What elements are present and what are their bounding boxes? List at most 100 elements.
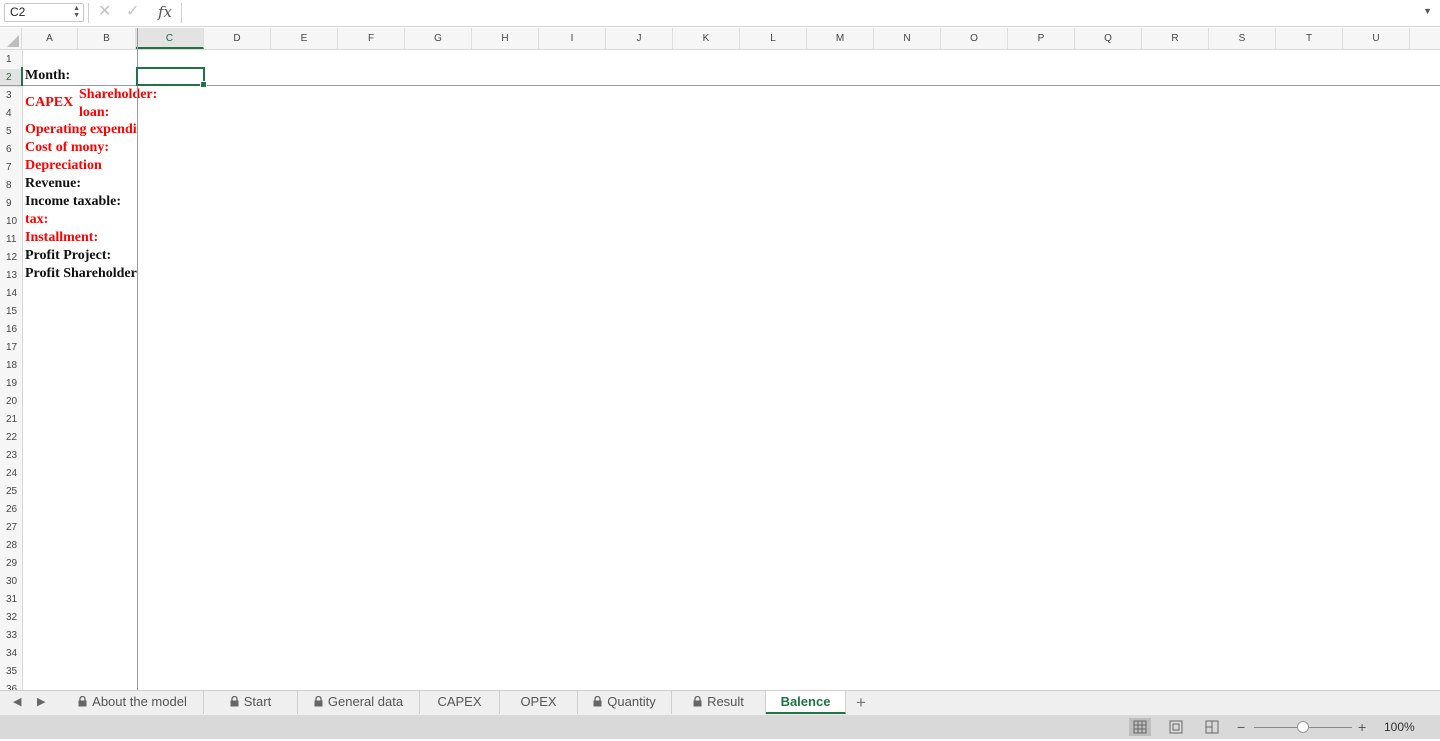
- row-header-3[interactable]: 3: [0, 87, 22, 105]
- sheet-tab-result[interactable]: Result: [672, 691, 766, 714]
- column-header-o[interactable]: O: [941, 28, 1008, 49]
- column-header-q[interactable]: Q: [1075, 28, 1142, 49]
- row-header-25[interactable]: 25: [0, 483, 22, 501]
- column-header-m[interactable]: M: [807, 28, 874, 49]
- page-break-view-button[interactable]: [1201, 718, 1223, 736]
- row-header-9[interactable]: 9: [0, 195, 22, 213]
- cell-b3[interactable]: Shareholder:: [79, 86, 157, 104]
- column-header-n[interactable]: N: [874, 28, 941, 49]
- zoom-in-button[interactable]: +: [1358, 718, 1366, 736]
- column-header-u[interactable]: U: [1343, 28, 1410, 49]
- cell-a12[interactable]: Profit Project:: [25, 247, 137, 265]
- column-header-k[interactable]: K: [673, 28, 740, 49]
- column-header-i[interactable]: I: [539, 28, 606, 49]
- row-header-16[interactable]: 16: [0, 321, 22, 339]
- row-header-21[interactable]: 21: [0, 411, 22, 429]
- cell-a13[interactable]: Profit Shareholder:: [25, 265, 137, 283]
- column-header-g[interactable]: G: [405, 28, 472, 49]
- cell-grid[interactable]: Month: CAPEX Shareholder: loan: Operatin…: [22, 50, 1440, 690]
- column-header-r[interactable]: R: [1142, 28, 1209, 49]
- row-header-34[interactable]: 34: [0, 645, 22, 663]
- row-header-33[interactable]: 33: [0, 627, 22, 645]
- row-header-23[interactable]: 23: [0, 447, 22, 465]
- name-box-stepper-icon[interactable]: ▲ ▼: [73, 5, 80, 19]
- row-header-29[interactable]: 29: [0, 555, 22, 573]
- select-all-corner[interactable]: [0, 28, 22, 49]
- cell-a7[interactable]: Depreciation: [25, 157, 137, 175]
- column-header-t[interactable]: T: [1276, 28, 1343, 49]
- row-header-36[interactable]: 36: [0, 681, 22, 690]
- row-header-26[interactable]: 26: [0, 501, 22, 519]
- cell-a9[interactable]: Income taxable:: [25, 193, 137, 211]
- formula-input[interactable]: [186, 3, 1416, 23]
- row-header-8[interactable]: 8: [0, 177, 22, 195]
- row-header-14[interactable]: 14: [0, 285, 22, 303]
- row-header-5[interactable]: 5: [0, 123, 22, 141]
- column-header-h[interactable]: H: [472, 28, 539, 49]
- zoom-out-button[interactable]: −: [1237, 718, 1245, 736]
- column-header-j[interactable]: J: [606, 28, 673, 49]
- row-header-12[interactable]: 12: [0, 249, 22, 267]
- sheet-tab-label: OPEX: [520, 694, 557, 709]
- sheet-tab-balence[interactable]: Balence: [766, 691, 846, 714]
- row-header-6[interactable]: 6: [0, 141, 22, 159]
- row-header-10[interactable]: 10: [0, 213, 22, 231]
- row-header-35[interactable]: 35: [0, 663, 22, 681]
- page-layout-view-button[interactable]: [1165, 718, 1187, 736]
- column-header-b[interactable]: B: [78, 28, 136, 49]
- row-header-17[interactable]: 17: [0, 339, 22, 357]
- cell-a2[interactable]: Month:: [25, 67, 137, 85]
- column-header-p[interactable]: P: [1008, 28, 1075, 49]
- sheet-tab-general-data[interactable]: General data: [298, 691, 420, 714]
- add-sheet-button[interactable]: +: [856, 692, 866, 714]
- column-header-e[interactable]: E: [271, 28, 338, 49]
- sheet-tab-opex[interactable]: OPEX: [500, 691, 578, 714]
- row-header-32[interactable]: 32: [0, 609, 22, 627]
- row-header-1[interactable]: 1: [0, 51, 22, 69]
- row-header-13[interactable]: 13: [0, 267, 22, 285]
- insert-function-icon[interactable]: fx: [158, 2, 172, 22]
- row-header-7[interactable]: 7: [0, 159, 22, 177]
- cell-a6[interactable]: Cost of mony:: [25, 139, 137, 157]
- row-header-22[interactable]: 22: [0, 429, 22, 447]
- sheet-tab-capex[interactable]: CAPEX: [420, 691, 500, 714]
- row-header-31[interactable]: 31: [0, 591, 22, 609]
- cell-a10[interactable]: tax:: [25, 211, 137, 229]
- row-header-18[interactable]: 18: [0, 357, 22, 375]
- cell-a11[interactable]: Installment:: [25, 229, 137, 247]
- row-header-27[interactable]: 27: [0, 519, 22, 537]
- row-header-19[interactable]: 19: [0, 375, 22, 393]
- row-header-11[interactable]: 11: [0, 231, 22, 249]
- column-header-d[interactable]: D: [204, 28, 271, 49]
- freeze-pane-vertical-line: [137, 28, 138, 690]
- column-header-a[interactable]: A: [22, 28, 78, 49]
- column-header-s[interactable]: S: [1209, 28, 1276, 49]
- sheet-tab-quantity[interactable]: Quantity: [578, 691, 672, 714]
- column-header-l[interactable]: L: [740, 28, 807, 49]
- row-header-24[interactable]: 24: [0, 465, 22, 483]
- normal-view-button[interactable]: [1129, 718, 1151, 736]
- row-header-4[interactable]: 4: [0, 105, 22, 123]
- prev-sheet-icon[interactable]: ◀: [13, 695, 21, 708]
- cell-a5[interactable]: Operating expenditure:: [25, 121, 137, 139]
- cell-b4[interactable]: loan:: [79, 104, 109, 122]
- row-header-15[interactable]: 15: [0, 303, 22, 321]
- column-header-f[interactable]: F: [338, 28, 405, 49]
- expand-formula-bar-icon[interactable]: ▼: [1423, 6, 1432, 16]
- row-header-30[interactable]: 30: [0, 573, 22, 591]
- zoom-slider-handle[interactable]: [1297, 721, 1309, 733]
- active-row-indicator: [21, 67, 23, 86]
- cell-a3[interactable]: CAPEX: [25, 94, 73, 112]
- name-box[interactable]: C2 ▲ ▼: [4, 3, 84, 22]
- column-header-c[interactable]: C: [136, 28, 204, 49]
- row-header-20[interactable]: 20: [0, 393, 22, 411]
- zoom-percent[interactable]: 100%: [1384, 719, 1415, 735]
- confirm-icon[interactable]: ✓: [126, 2, 139, 22]
- next-sheet-icon[interactable]: ▶: [37, 695, 45, 708]
- cell-a8[interactable]: Revenue:: [25, 175, 137, 193]
- row-header-28[interactable]: 28: [0, 537, 22, 555]
- selected-cell-c2[interactable]: [136, 67, 207, 88]
- sheet-tab-start[interactable]: Start: [204, 691, 298, 714]
- cancel-icon[interactable]: ✕: [98, 2, 111, 22]
- sheet-tab-about-the-model[interactable]: About the model: [62, 691, 204, 714]
